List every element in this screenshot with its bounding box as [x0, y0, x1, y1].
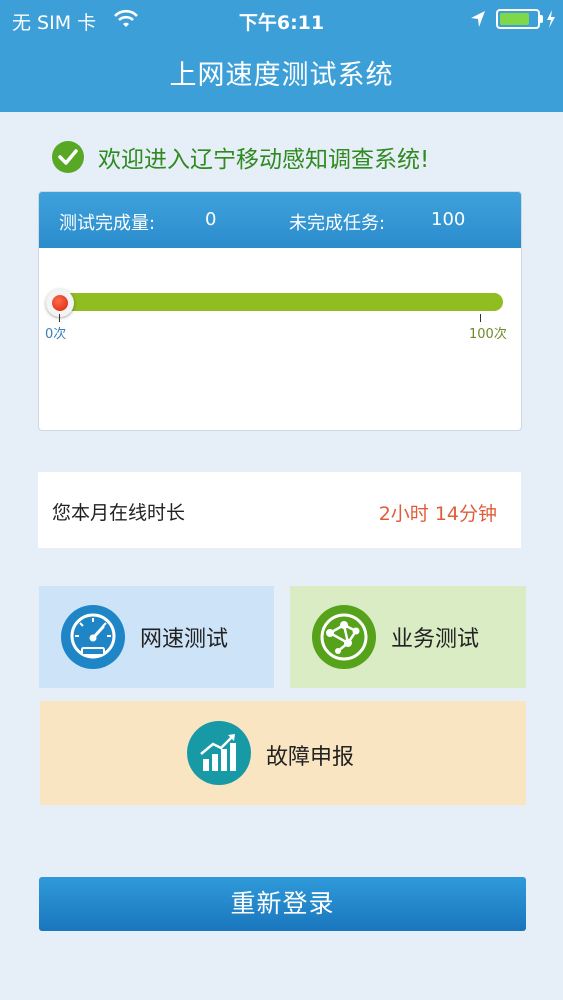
progress-card: 测试完成量: 0 未完成任务: 100 0次 100次: [38, 191, 522, 431]
progress-start-tick: [59, 314, 60, 322]
progress-bar-track: [53, 293, 503, 311]
status-bar: 无 SIM 卡 下午6:11: [0, 0, 563, 40]
speedometer-icon: [61, 605, 125, 669]
speed-test-label: 网速测试: [140, 627, 229, 652]
completed-label: 测试完成量:: [59, 213, 156, 234]
fault-report-label: 故障申报: [266, 745, 355, 770]
fault-report-button[interactable]: 故障申报: [40, 701, 526, 805]
progress-card-header: 测试完成量: 0 未完成任务: 100: [39, 192, 521, 248]
progress-start-label: 0次: [45, 327, 67, 342]
check-circle-icon: [52, 141, 84, 173]
remaining-label: 未完成任务:: [289, 213, 386, 234]
welcome-text: 欢迎进入辽宁移动感知调查系统!: [98, 147, 430, 173]
nav-bar: 上网速度测试系统: [0, 40, 563, 112]
service-test-label: 业务测试: [391, 627, 480, 652]
battery-icon: [496, 9, 540, 29]
welcome-banner: 欢迎进入辽宁移动感知调查系统!: [52, 140, 429, 174]
service-test-button[interactable]: 业务测试: [290, 586, 526, 688]
bar-chart-trend-icon: [187, 721, 251, 785]
progress-end-label: 100次: [469, 327, 507, 342]
online-time-row: 您本月在线时长 2小时 14分钟: [38, 472, 521, 548]
online-time-value: 2小时 14分钟: [378, 503, 497, 525]
speed-test-button[interactable]: 网速测试: [39, 586, 274, 688]
online-time-label: 您本月在线时长: [52, 502, 186, 524]
charging-bolt-icon: [547, 10, 555, 28]
progress-end-tick: [480, 314, 481, 322]
completed-value: 0: [205, 209, 217, 230]
relogin-button[interactable]: 重新登录: [39, 877, 526, 931]
network-nodes-icon: [312, 605, 376, 669]
battery-fill: [500, 13, 529, 25]
battery-tip: [540, 15, 543, 23]
page-title: 上网速度测试系统: [169, 60, 394, 91]
remaining-value: 100: [431, 209, 466, 230]
progress-bar-knob: [46, 289, 74, 317]
location-arrow-icon: [471, 11, 485, 27]
